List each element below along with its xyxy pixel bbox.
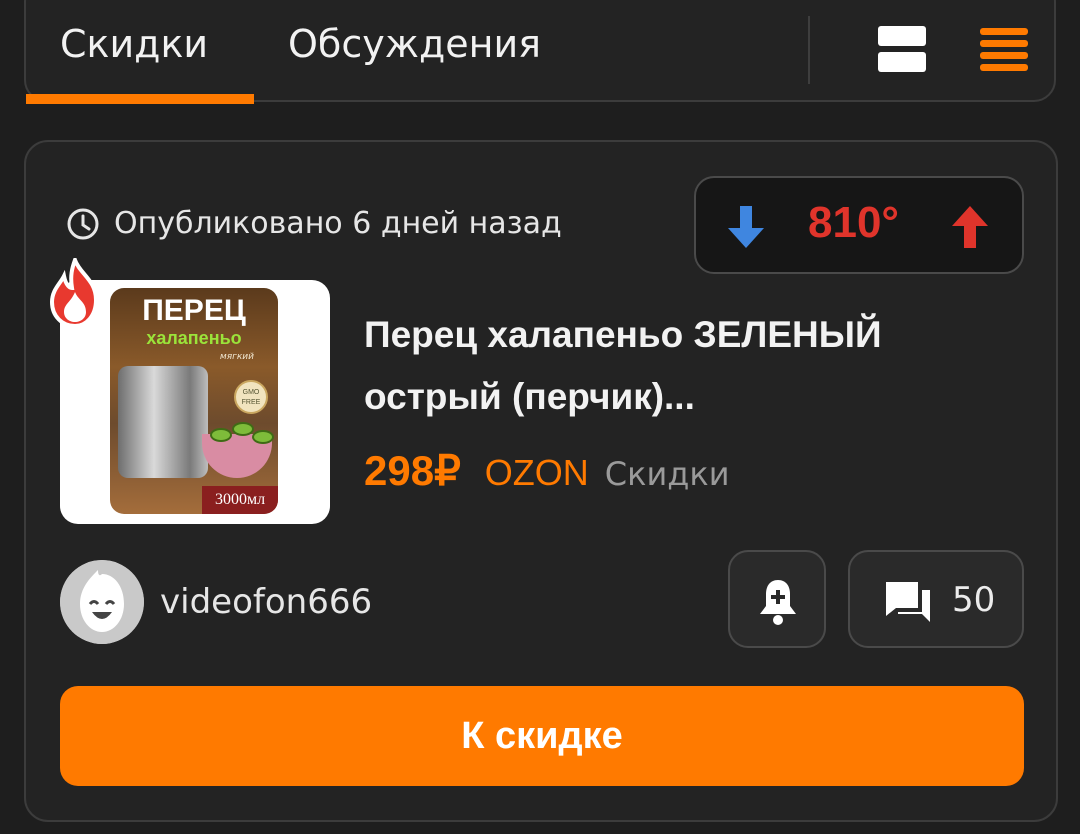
product-image-note: мягкий [219, 352, 254, 362]
tab-discussions[interactable]: Обсуждения [288, 22, 541, 66]
bell-plus-icon [760, 580, 796, 625]
view-cards-icon[interactable] [878, 26, 926, 74]
deal-price: 298₽ [364, 447, 461, 494]
vote-up-icon[interactable] [950, 204, 990, 250]
pepper-slice [232, 422, 254, 436]
mascot-avatar-icon [60, 560, 144, 644]
can-graphic [118, 366, 208, 478]
comments-count: 50 [952, 580, 996, 620]
author-info[interactable]: videofon666 [60, 560, 372, 644]
tabs-bar: Скидки Обсуждения [24, 0, 1056, 104]
tab-deals[interactable]: Скидки [60, 22, 208, 66]
vote-box: 810° [694, 176, 1024, 274]
tabs-divider [808, 16, 810, 84]
category-link[interactable]: Скидки [605, 455, 730, 493]
hot-flame-icon [49, 258, 99, 329]
vote-down-icon[interactable] [726, 204, 766, 250]
view-list-icon[interactable] [980, 26, 1028, 74]
store-link[interactable]: OZON [485, 452, 589, 494]
active-tab-indicator [26, 94, 254, 104]
published-text: Опубликовано 6 дней назад [114, 206, 562, 241]
product-image: ПЕРЕЦ халапеньо мягкий GMO FREE 3000мл [110, 288, 278, 514]
pepper-slice [252, 430, 274, 444]
avatar[interactable] [60, 560, 144, 644]
subscribe-button[interactable] [728, 550, 826, 648]
deal-title[interactable]: Перец халапеньо ЗЕЛЕНЫЙ острый (перчик).… [364, 304, 1004, 428]
product-image-subtitle: халапеньо [146, 328, 242, 348]
temperature: 810° [808, 198, 900, 247]
product-image-title: ПЕРЕЦ [142, 294, 246, 327]
comments-icon [886, 582, 930, 622]
comments-button[interactable]: 50 [848, 550, 1024, 648]
author-name[interactable]: videofon666 [160, 582, 372, 622]
clock-icon [67, 208, 99, 239]
deal-card[interactable]: Опубликовано 6 дней назад 810° ПЕРЕЦ хал… [24, 140, 1058, 822]
price-line: 298₽ OZON Скидки [364, 446, 730, 495]
go-to-deal-button[interactable]: К скидке [60, 686, 1024, 786]
gmo-badge: GMO FREE [234, 380, 268, 414]
pepper-slice [210, 428, 232, 442]
published-info: Опубликовано 6 дней назад [66, 206, 562, 241]
product-volume: 3000мл [202, 486, 278, 514]
